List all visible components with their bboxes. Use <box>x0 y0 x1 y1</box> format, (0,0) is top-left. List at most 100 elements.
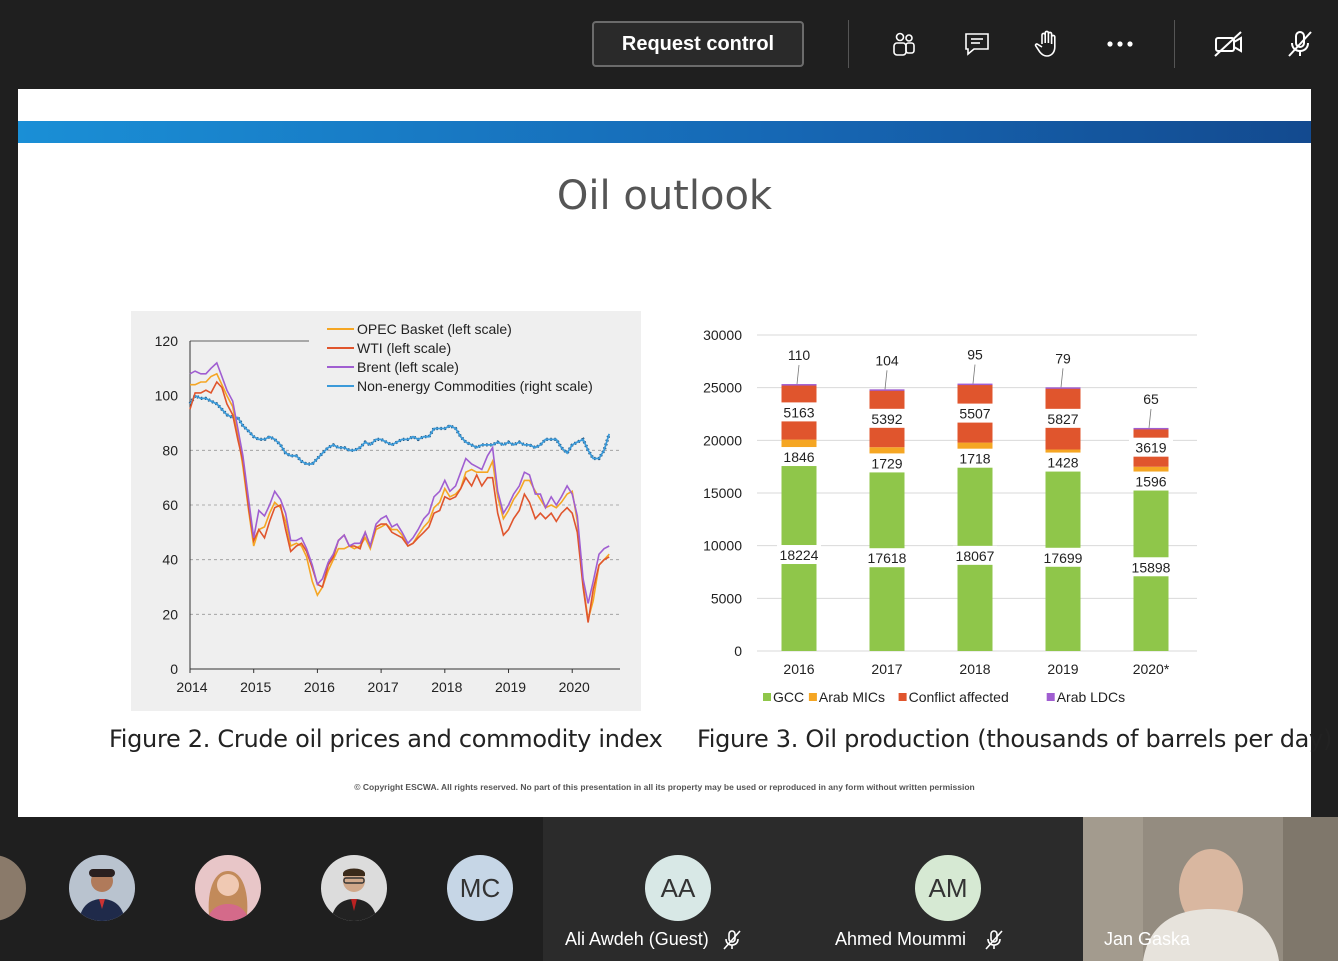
data-label-text: 18067 <box>956 548 995 564</box>
y-tick-label: 30000 <box>703 327 742 343</box>
participant-initials-aa: AA <box>645 855 711 921</box>
data-label-leader <box>972 364 976 384</box>
bar-segment <box>1045 387 1081 389</box>
y-tick-label: 5000 <box>711 590 742 606</box>
data-label-text: 5507 <box>959 406 990 422</box>
legend-label: Non-energy Commodities (right scale) <box>357 378 593 394</box>
y-tick-label: 100 <box>155 388 179 404</box>
legend-swatch <box>808 693 817 701</box>
x-tick-label: 2018 <box>431 679 462 695</box>
data-label-text: 18224 <box>780 547 819 563</box>
y-tick-label: 40 <box>162 552 178 568</box>
toolbar-divider <box>1174 20 1175 68</box>
muted-mic-icon <box>721 929 743 956</box>
series-line <box>190 372 610 621</box>
data-label: 1718 <box>953 448 997 468</box>
participant-avatar[interactable] <box>0 855 26 921</box>
data-label-text: 17699 <box>1044 550 1083 566</box>
x-tick-label: 2019 <box>495 679 526 695</box>
participant-tile-ahmed-moummi[interactable]: AM Ahmed Moummi <box>813 817 1083 961</box>
participant-initials-mc[interactable]: MC <box>447 855 513 921</box>
x-tick-label: 2017 <box>368 679 399 695</box>
data-label-text: 3619 <box>1135 440 1166 456</box>
participant-strip: MC <box>0 817 543 961</box>
request-control-button[interactable]: Request control <box>592 21 804 67</box>
data-label-text: 1718 <box>959 451 990 467</box>
participant-tile-ali-awdeh[interactable]: AA Ali Awdeh (Guest) <box>543 817 813 961</box>
meeting-toolbar: Request control <box>0 0 1338 89</box>
participant-video-jan-gaska[interactable]: Jan Gaska <box>1083 817 1338 961</box>
line-chart-svg: 0 20 40 60 80 100 120 2014 2015 2016 2017 2018 2019 2… <box>155 321 620 695</box>
data-label-leader <box>1148 408 1152 428</box>
participant-name: Ali Awdeh (Guest) <box>565 929 709 949</box>
series-line <box>189 380 610 623</box>
x-tick-label: 2018 <box>959 661 990 677</box>
muted-mic-icon <box>983 929 1005 956</box>
x-tick-label: 2020 <box>559 679 590 695</box>
participants-icon[interactable] <box>883 24 923 64</box>
data-label-text: 110 <box>788 347 811 363</box>
data-label-text: 5827 <box>1047 411 1078 427</box>
x-tick-label: 2019 <box>1047 661 1078 677</box>
bar-segment <box>957 383 993 386</box>
participant-avatar[interactable] <box>321 855 387 921</box>
legend-label: OPEC Basket (left scale) <box>357 321 512 337</box>
legend-label: Arab MICs <box>819 689 885 705</box>
x-tick-label: 2015 <box>240 679 271 695</box>
data-label-text: 1596 <box>1135 474 1166 490</box>
y-tick-label: 0 <box>734 643 742 659</box>
shared-screen: Oil outlook 0 20 40 60 80 100 120 2014 2015 2016 2… <box>0 89 1338 817</box>
toolbar-divider <box>848 20 849 68</box>
legend-label: GCC <box>773 689 804 705</box>
data-label-text: 5392 <box>871 411 902 427</box>
legend-label: Conflict affected <box>909 689 1009 705</box>
series-line <box>189 361 610 604</box>
bar-segment <box>1133 427 1169 430</box>
figure-3-caption: Figure 3. Oil production (thousands of b… <box>697 725 1333 753</box>
figure-2-caption: Figure 2. Crude oil prices and commodity… <box>109 725 663 753</box>
camera-off-icon[interactable] <box>1209 24 1249 64</box>
y-tick-label: 120 <box>155 333 179 349</box>
data-label: 3619 <box>1129 437 1173 457</box>
data-label: 5163 <box>777 402 821 422</box>
mic-off-icon[interactable] <box>1280 24 1320 64</box>
data-label: 5827 <box>1041 408 1085 428</box>
raise-hand-icon[interactable] <box>1027 24 1067 64</box>
data-label-text: 65 <box>1143 391 1159 407</box>
y-tick-label: 20000 <box>703 432 742 448</box>
participant-avatar[interactable] <box>69 855 135 921</box>
participant-name: Ahmed Moummi <box>835 929 967 949</box>
data-label-text: 95 <box>967 347 983 363</box>
bar-segment <box>781 384 817 386</box>
x-tick-label: 2016 <box>304 679 335 695</box>
data-label: 1729 <box>865 453 909 473</box>
crude-oil-price-chart: 0 20 40 60 80 100 120 2014 2015 2016 2017 2018 2019 2… <box>131 311 641 711</box>
data-label-leader <box>796 365 800 385</box>
x-tick-label: 2016 <box>783 661 814 677</box>
participant-avatar[interactable] <box>195 855 261 921</box>
legend-label: Brent (left scale) <box>357 359 459 375</box>
chat-icon[interactable] <box>957 24 997 64</box>
data-label-text: 104 <box>875 352 899 368</box>
y-tick-label: 15000 <box>703 485 742 501</box>
x-tick-label: 2017 <box>871 661 902 677</box>
data-label-text: 1846 <box>783 449 814 465</box>
oil-production-chart: 0 5000 10000 15000 20000 25000 30000 18224 1846 5… <box>687 311 1198 711</box>
data-label-text: 79 <box>1055 350 1071 366</box>
participant-initials-am: AM <box>915 855 981 921</box>
data-label: 5507 <box>953 403 997 423</box>
x-tick-label: 2020* <box>1133 661 1170 677</box>
y-tick-label: 80 <box>162 442 178 458</box>
y-tick-label: 0 <box>170 661 178 677</box>
data-label-text: 5163 <box>783 404 814 420</box>
more-icon[interactable] <box>1100 24 1140 64</box>
data-label-leader <box>884 370 888 390</box>
data-label: 5392 <box>865 408 909 428</box>
data-label: 1596 <box>1129 471 1173 491</box>
participant-gallery: MC AA Ali Awdeh (Guest) AM Ahmed Moummi … <box>0 817 1338 961</box>
x-tick-label: 2014 <box>176 679 207 695</box>
y-tick-label: 10000 <box>703 538 742 554</box>
stacked-bar-chart-svg: 0 5000 10000 15000 20000 25000 30000 18224 1846 5… <box>703 327 1197 705</box>
data-label-text: 1428 <box>1047 455 1078 471</box>
series-line-shadow <box>188 393 611 466</box>
